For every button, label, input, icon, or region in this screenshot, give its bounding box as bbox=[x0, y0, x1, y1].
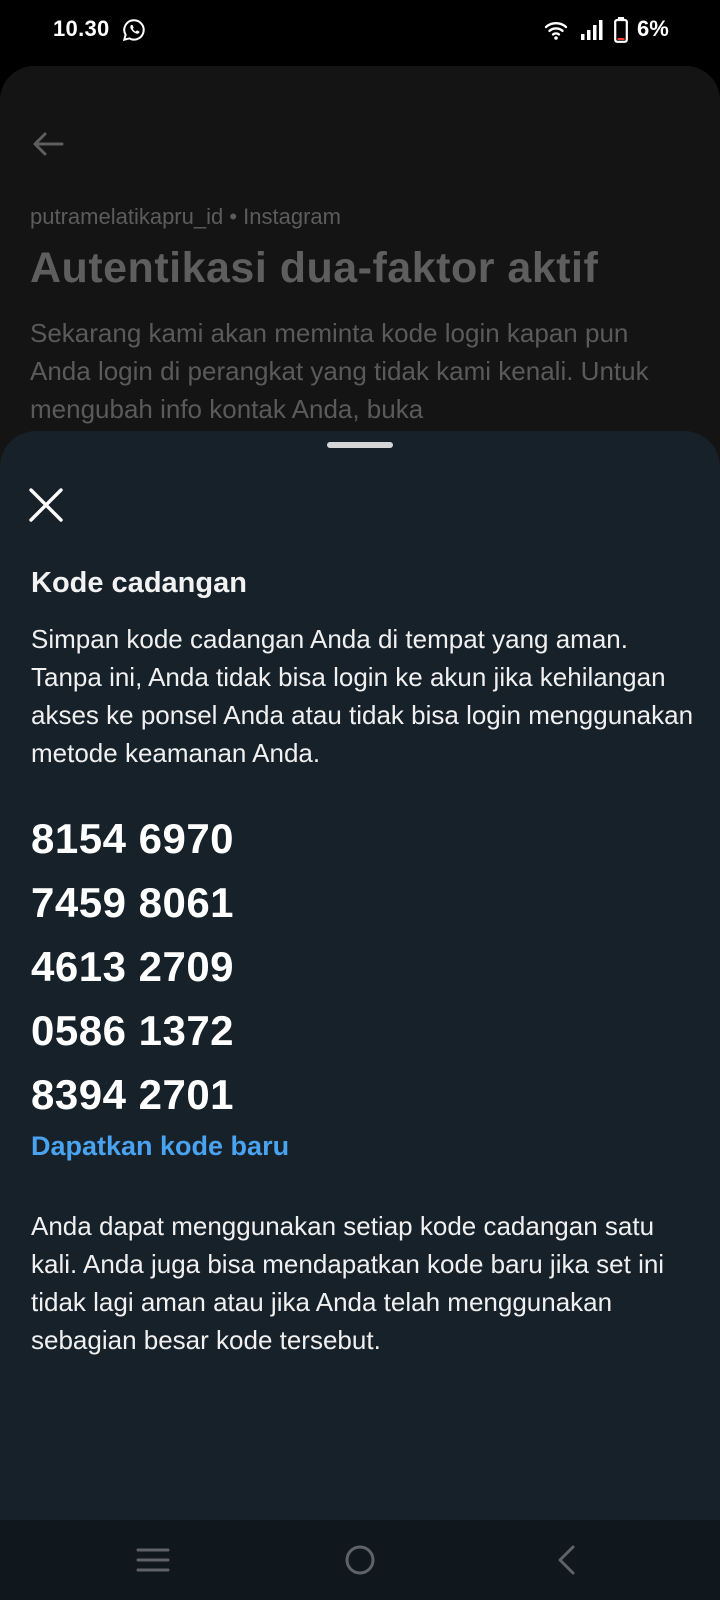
backup-code: 8394 2701 bbox=[31, 1071, 235, 1118]
sheet-title: Kode cadangan bbox=[31, 567, 247, 599]
close-icon[interactable] bbox=[25, 484, 67, 526]
signal-icon bbox=[581, 20, 603, 40]
sheet-drag-handle[interactable] bbox=[327, 442, 393, 448]
whatsapp-icon bbox=[122, 19, 145, 42]
battery-percent: 6% bbox=[637, 16, 669, 41]
sheet-description: Simpan kode cadangan Anda di tempat yang… bbox=[31, 624, 694, 768]
page-title: Autentikasi dua-faktor aktif bbox=[30, 244, 599, 292]
battery-icon bbox=[614, 17, 628, 43]
backup-code: 7459 8061 bbox=[31, 879, 235, 926]
wifi-icon bbox=[544, 22, 568, 40]
backup-codes-sheet: Kode cadangan Simpan kode cadangan Anda … bbox=[0, 431, 720, 1520]
status-time: 10.30 bbox=[53, 16, 110, 41]
status-bar: 10.30 6% bbox=[0, 0, 720, 62]
recent-apps-icon[interactable] bbox=[131, 1538, 175, 1582]
page-description: Sekarang kami akan meminta kode login ka… bbox=[30, 318, 649, 424]
back-icon[interactable] bbox=[546, 1538, 590, 1582]
screen: 10.30 6% putramelatikapru_id • Instagram… bbox=[0, 0, 720, 1600]
backup-code-list: 8154 6970 7459 8061 4613 2709 0586 1372 … bbox=[31, 807, 234, 1127]
backup-code: 8154 6970 bbox=[31, 815, 235, 862]
account-label: putramelatikapru_id • Instagram bbox=[30, 204, 341, 229]
home-icon[interactable] bbox=[338, 1538, 382, 1582]
sheet-footer-text: Anda dapat menggunakan setiap kode cadan… bbox=[31, 1211, 665, 1355]
navigation-bar bbox=[0, 1520, 720, 1600]
backup-code: 4613 2709 bbox=[31, 943, 235, 990]
backup-code: 0586 1372 bbox=[31, 1007, 235, 1054]
get-new-codes-link[interactable]: Dapatkan kode baru bbox=[31, 1131, 289, 1162]
back-arrow-icon[interactable] bbox=[30, 126, 66, 162]
